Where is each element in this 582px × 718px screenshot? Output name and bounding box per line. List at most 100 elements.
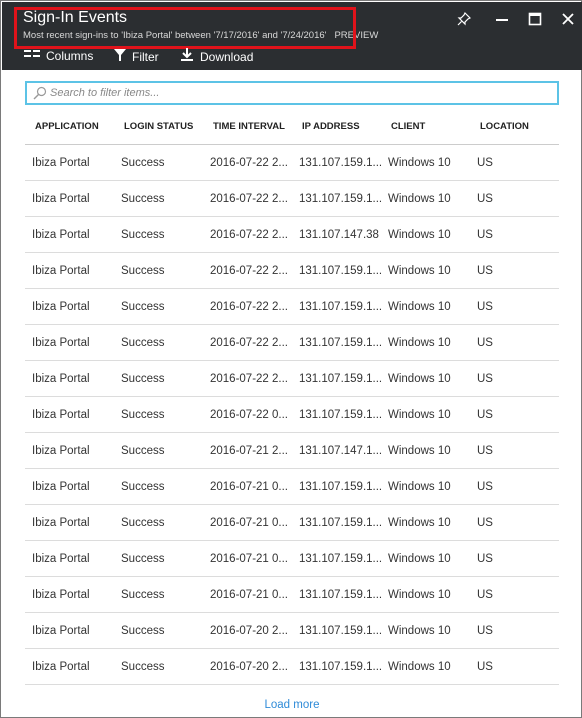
ip-address-cell: 131.107.159.1... (299, 156, 381, 169)
login-status-cell: Success (121, 192, 165, 205)
client-cell: Windows 10 (388, 588, 451, 601)
location-cell: US (477, 444, 493, 457)
application-cell: Ibiza Portal (32, 444, 90, 457)
search-icon (32, 85, 48, 101)
client-cell: Windows 10 (388, 444, 451, 457)
client-cell: Windows 10 (388, 228, 451, 241)
time-interval-cell: 2016-07-22 2... (210, 300, 289, 313)
location-cell: US (477, 156, 493, 169)
login-status-cell: Success (121, 336, 165, 349)
blade-header: Sign-In Events Most recent sign-ins to '… (2, 2, 582, 70)
application-cell: Ibiza Portal (32, 264, 90, 277)
login-status-cell: Success (121, 264, 165, 277)
minimize-icon[interactable] (492, 10, 512, 28)
time-interval-cell: 2016-07-21 0... (210, 516, 289, 529)
ip-address-cell: 131.107.159.1... (299, 192, 381, 205)
application-cell: Ibiza Portal (32, 552, 90, 565)
client-cell: Windows 10 (388, 336, 451, 349)
download-button[interactable]: Download (180, 48, 253, 65)
table-row[interactable]: Ibiza Portal Success 2016-07-22 2... 131.10… (25, 217, 559, 253)
blade-window: Sign-In Events Most recent sign-ins to '… (0, 0, 582, 718)
location-cell: US (477, 660, 493, 673)
ip-address-cell: 131.107.147.38 (299, 228, 379, 241)
login-status-cell: Success (121, 480, 165, 493)
download-label: Download (200, 49, 254, 64)
application-cell: Ibiza Portal (32, 372, 90, 385)
location-cell: US (477, 228, 493, 241)
client-cell: Windows 10 (388, 408, 451, 421)
login-status-cell: Success (121, 228, 165, 241)
client-cell: Windows 10 (388, 264, 451, 277)
login-status-cell: Success (121, 624, 165, 637)
application-cell: Ibiza Portal (32, 480, 90, 493)
time-interval-cell: 2016-07-22 2... (210, 264, 289, 277)
application-cell: Ibiza Portal (32, 228, 90, 241)
columns-button[interactable]: Columns (24, 48, 93, 63)
login-status-cell: Success (121, 300, 165, 313)
highlight-annotation (14, 7, 356, 49)
filter-label: Filter (132, 49, 159, 64)
ip-address-cell: 131.107.159.1... (299, 300, 381, 313)
column-header-time-interval[interactable]: TIME INTERVAL (203, 121, 292, 132)
table-row[interactable]: Ibiza Portal Success 2016-07-21 0... 131.10… (25, 505, 559, 541)
column-header-ip-address[interactable]: IP ADDRESS (292, 121, 381, 132)
location-cell: US (477, 408, 493, 421)
column-header-login-status[interactable]: LOGIN STATUS (114, 121, 203, 132)
column-header-application[interactable]: APPLICATION (25, 121, 114, 132)
table-row[interactable]: Ibiza Portal Success 2016-07-21 0... 131.10… (25, 577, 559, 613)
ip-address-cell: 131.107.159.1... (299, 588, 381, 601)
location-cell: US (477, 192, 493, 205)
table-row[interactable]: Ibiza Portal Success 2016-07-22 2... 131.10… (25, 361, 559, 397)
table-row[interactable]: Ibiza Portal Success 2016-07-22 2... 131.10… (25, 325, 559, 361)
location-cell: US (477, 480, 493, 493)
pin-icon[interactable] (454, 10, 474, 28)
application-cell: Ibiza Portal (32, 624, 90, 637)
search-box[interactable] (25, 81, 559, 105)
columns-label: Columns (46, 48, 94, 63)
ip-address-cell: 131.107.159.1... (299, 264, 381, 277)
login-status-cell: Success (121, 156, 165, 169)
table-row[interactable]: Ibiza Portal Success 2016-07-22 2... 131.10… (25, 289, 559, 325)
ip-address-cell: 131.107.159.1... (299, 336, 381, 349)
table-row[interactable]: Ibiza Portal Success 2016-07-21 0... 131.10… (25, 541, 559, 577)
login-status-cell: Success (121, 372, 165, 385)
maximize-icon[interactable] (525, 10, 545, 28)
table-row[interactable]: Ibiza Portal Success 2016-07-21 2... 131.10… (25, 433, 559, 469)
download-icon (180, 48, 194, 65)
table-header: APPLICATION LOGIN STATUS TIME INTERVAL I… (25, 109, 559, 145)
column-header-location[interactable]: LOCATION (470, 121, 559, 132)
time-interval-cell: 2016-07-20 2... (210, 660, 289, 673)
column-header-client[interactable]: CLIENT (381, 121, 470, 132)
ip-address-cell: 131.107.147.1... (299, 444, 381, 457)
client-cell: Windows 10 (388, 372, 451, 385)
table-row[interactable]: Ibiza Portal Success 2016-07-20 2... 131.10… (25, 613, 559, 649)
load-more-link[interactable]: Load more (1, 699, 582, 711)
ip-address-cell: 131.107.159.1... (299, 552, 381, 565)
table-row[interactable]: Ibiza Portal Success 2016-07-21 0... 131.10… (25, 469, 559, 505)
close-icon[interactable] (558, 10, 578, 28)
time-interval-cell: 2016-07-22 2... (210, 156, 289, 169)
time-interval-cell: 2016-07-22 2... (210, 372, 289, 385)
time-interval-cell: 2016-07-21 0... (210, 552, 289, 565)
application-cell: Ibiza Portal (32, 336, 90, 349)
table-row[interactable]: Ibiza Portal Success 2016-07-22 2... 131.10… (25, 145, 559, 181)
ip-address-cell: 131.107.159.1... (299, 372, 381, 385)
table-body: Ibiza Portal Success 2016-07-22 2... 131.10… (25, 145, 559, 685)
table-row[interactable]: Ibiza Portal Success 2016-07-22 2... 131.10… (25, 181, 559, 217)
filter-button[interactable]: Filter (114, 48, 159, 65)
application-cell: Ibiza Portal (32, 408, 90, 421)
location-cell: US (477, 264, 493, 277)
location-cell: US (477, 516, 493, 529)
table-row[interactable]: Ibiza Portal Success 2016-07-22 2... 131.10… (25, 253, 559, 289)
search-input[interactable] (50, 87, 530, 99)
client-cell: Windows 10 (388, 192, 451, 205)
client-cell: Windows 10 (388, 300, 451, 313)
application-cell: Ibiza Portal (32, 660, 90, 673)
table-row[interactable]: Ibiza Portal Success 2016-07-20 2... 131.10… (25, 649, 559, 685)
location-cell: US (477, 588, 493, 601)
time-interval-cell: 2016-07-21 2... (210, 444, 289, 457)
columns-icon (24, 48, 40, 63)
table-row[interactable]: Ibiza Portal Success 2016-07-22 0... 131.10… (25, 397, 559, 433)
application-cell: Ibiza Portal (32, 156, 90, 169)
time-interval-cell: 2016-07-22 0... (210, 408, 289, 421)
